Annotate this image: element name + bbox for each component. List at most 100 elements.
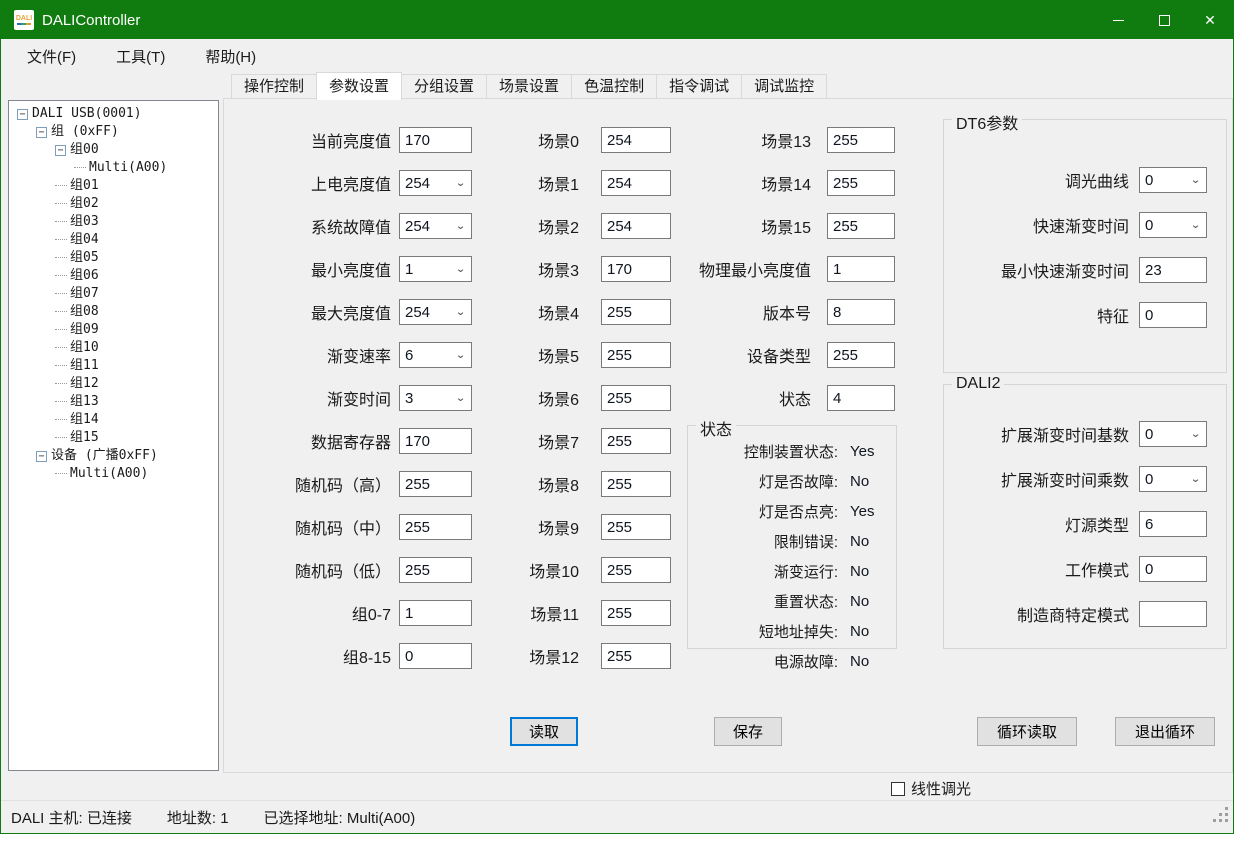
field-control[interactable]: 8 ⌄ — [827, 299, 895, 325]
checkbox-icon[interactable] — [891, 782, 905, 796]
field-control[interactable]: 6 ⌄ — [399, 342, 472, 368]
field-row: 组0-7 1 ⌄ — [241, 600, 472, 626]
field-control[interactable]: 1 ⌄ — [399, 600, 472, 626]
tree-item[interactable]: − 设备 (广播0xFF) — [9, 447, 218, 465]
field-control[interactable]: 255 ⌄ — [399, 471, 472, 497]
tree-item[interactable]: − 组01 — [9, 177, 218, 195]
tab[interactable]: 参数设置 — [316, 72, 402, 100]
tree-item[interactable]: − Multi(A00) — [9, 465, 218, 483]
tree-collapse-icon[interactable]: − — [55, 145, 66, 156]
tab[interactable]: 分组设置 — [401, 74, 487, 99]
menu-item[interactable]: 帮助(H) — [199, 42, 262, 71]
field-control[interactable]: 255 ⌄ — [601, 643, 671, 669]
tree-item[interactable]: − DALI USB(0001) — [9, 105, 218, 123]
field-control[interactable]: 1 ⌄ — [399, 256, 472, 282]
field-control[interactable]: 254 ⌄ — [399, 170, 472, 196]
field-control[interactable]: ⌄ — [1139, 601, 1207, 627]
device-tree[interactable]: − DALI USB(0001) − 组 (0xFF) − 组00 − Mult… — [8, 100, 219, 771]
status-row: 控制装置状态: Yes — [688, 436, 896, 466]
tree-item[interactable]: − 组03 — [9, 213, 218, 231]
field-control[interactable]: 255 ⌄ — [601, 299, 671, 325]
field-control[interactable]: 255 ⌄ — [827, 342, 895, 368]
exit-loop-button[interactable]: 退出循环 — [1115, 717, 1215, 746]
tree-collapse-icon[interactable]: − — [36, 451, 47, 462]
field-row: 随机码（中） 255 ⌄ — [241, 514, 472, 540]
field-value: 254 — [405, 218, 453, 235]
field-control[interactable]: 254 ⌄ — [601, 127, 671, 153]
field-control[interactable]: 255 ⌄ — [601, 600, 671, 626]
field-row: 渐变速率 6 ⌄ — [241, 342, 472, 368]
tab[interactable]: 场景设置 — [486, 74, 572, 99]
field-control[interactable]: 0 ⌄ — [1139, 466, 1207, 492]
field-control[interactable]: 255 ⌄ — [601, 342, 671, 368]
save-button[interactable]: 保存 — [714, 717, 782, 746]
loop-read-button[interactable]: 循环读取 — [977, 717, 1077, 746]
tree-item[interactable]: − 组06 — [9, 267, 218, 285]
field-control[interactable]: 4 ⌄ — [827, 385, 895, 411]
field-label: 快速渐变时间 — [947, 213, 1129, 237]
field-control[interactable]: 255 ⌄ — [399, 514, 472, 540]
field-control[interactable]: 254 ⌄ — [399, 213, 472, 239]
field-label: 物理最小亮度值 — [687, 257, 811, 281]
tab[interactable]: 调试监控 — [741, 74, 827, 99]
field-control[interactable]: 170 ⌄ — [601, 256, 671, 282]
tree-item[interactable]: − 组12 — [9, 375, 218, 393]
resize-grip-icon[interactable] — [1213, 807, 1229, 823]
field-control[interactable]: 170 ⌄ — [399, 127, 472, 153]
tree-item[interactable]: − 组09 — [9, 321, 218, 339]
field-control[interactable]: 255 ⌄ — [399, 557, 472, 583]
field-control[interactable]: 170 ⌄ — [399, 428, 472, 454]
field-control[interactable]: 23 ⌄ — [1139, 257, 1207, 283]
tab[interactable]: 色温控制 — [571, 74, 657, 99]
tree-item[interactable]: − 组02 — [9, 195, 218, 213]
field-control[interactable]: 254 ⌄ — [601, 170, 671, 196]
close-button[interactable]: ✕ — [1187, 1, 1233, 39]
read-button[interactable]: 读取 — [510, 717, 578, 746]
field-control[interactable]: 0 ⌄ — [1139, 302, 1207, 328]
field-control[interactable]: 255 ⌄ — [601, 557, 671, 583]
field-control[interactable]: 255 ⌄ — [827, 170, 895, 196]
field-control[interactable]: 254 ⌄ — [399, 299, 472, 325]
tree-item[interactable]: − 组11 — [9, 357, 218, 375]
field-control[interactable]: 0 ⌄ — [1139, 556, 1207, 582]
field-row: 状态 4 ⌄ — [687, 385, 895, 411]
tree-collapse-icon[interactable]: − — [17, 109, 28, 120]
menu-item[interactable]: 工具(T) — [110, 42, 171, 71]
tree-collapse-icon[interactable]: − — [36, 127, 47, 138]
tree-item[interactable]: − 组13 — [9, 393, 218, 411]
field-control[interactable]: 255 ⌄ — [601, 385, 671, 411]
menu-item[interactable]: 文件(F) — [21, 42, 82, 71]
tree-item[interactable]: − 组14 — [9, 411, 218, 429]
field-value: 8 — [833, 304, 889, 321]
tree-item[interactable]: − 组 (0xFF) — [9, 123, 218, 141]
maximize-button[interactable] — [1141, 1, 1187, 39]
tree-item[interactable]: − 组07 — [9, 285, 218, 303]
tree-item[interactable]: − 组10 — [9, 339, 218, 357]
field-control[interactable]: 6 ⌄ — [1139, 511, 1207, 537]
tree-item[interactable]: − 组04 — [9, 231, 218, 249]
minimize-button[interactable] — [1095, 1, 1141, 39]
field-control[interactable]: 0 ⌄ — [1139, 421, 1207, 447]
tree-item-label: 组13 — [55, 393, 99, 411]
field-control[interactable]: 0 ⌄ — [1139, 212, 1207, 238]
field-control[interactable]: 3 ⌄ — [399, 385, 472, 411]
field-control[interactable]: 254 ⌄ — [601, 213, 671, 239]
field-control[interactable]: 255 ⌄ — [601, 514, 671, 540]
field-control[interactable]: 0 ⌄ — [1139, 167, 1207, 193]
tree-item[interactable]: − 组05 — [9, 249, 218, 267]
tree-item[interactable]: − 组08 — [9, 303, 218, 321]
tab[interactable]: 操作控制 — [231, 74, 317, 99]
field-control[interactable]: 255 ⌄ — [827, 127, 895, 153]
field-control[interactable]: 255 ⌄ — [601, 428, 671, 454]
field-control[interactable]: 255 ⌄ — [827, 213, 895, 239]
field-value: 255 — [607, 390, 665, 407]
tab[interactable]: 指令调试 — [656, 74, 742, 99]
field-control[interactable]: 255 ⌄ — [601, 471, 671, 497]
linear-dimming-checkbox[interactable]: 线性调光 — [891, 778, 971, 799]
field-control[interactable]: 0 ⌄ — [399, 643, 472, 669]
status-row-label: 重置状态: — [688, 591, 838, 612]
tree-item[interactable]: − 组00 — [9, 141, 218, 159]
tree-item[interactable]: − Multi(A00) — [9, 159, 218, 177]
tree-item[interactable]: − 组15 — [9, 429, 218, 447]
field-control[interactable]: 1 ⌄ — [827, 256, 895, 282]
